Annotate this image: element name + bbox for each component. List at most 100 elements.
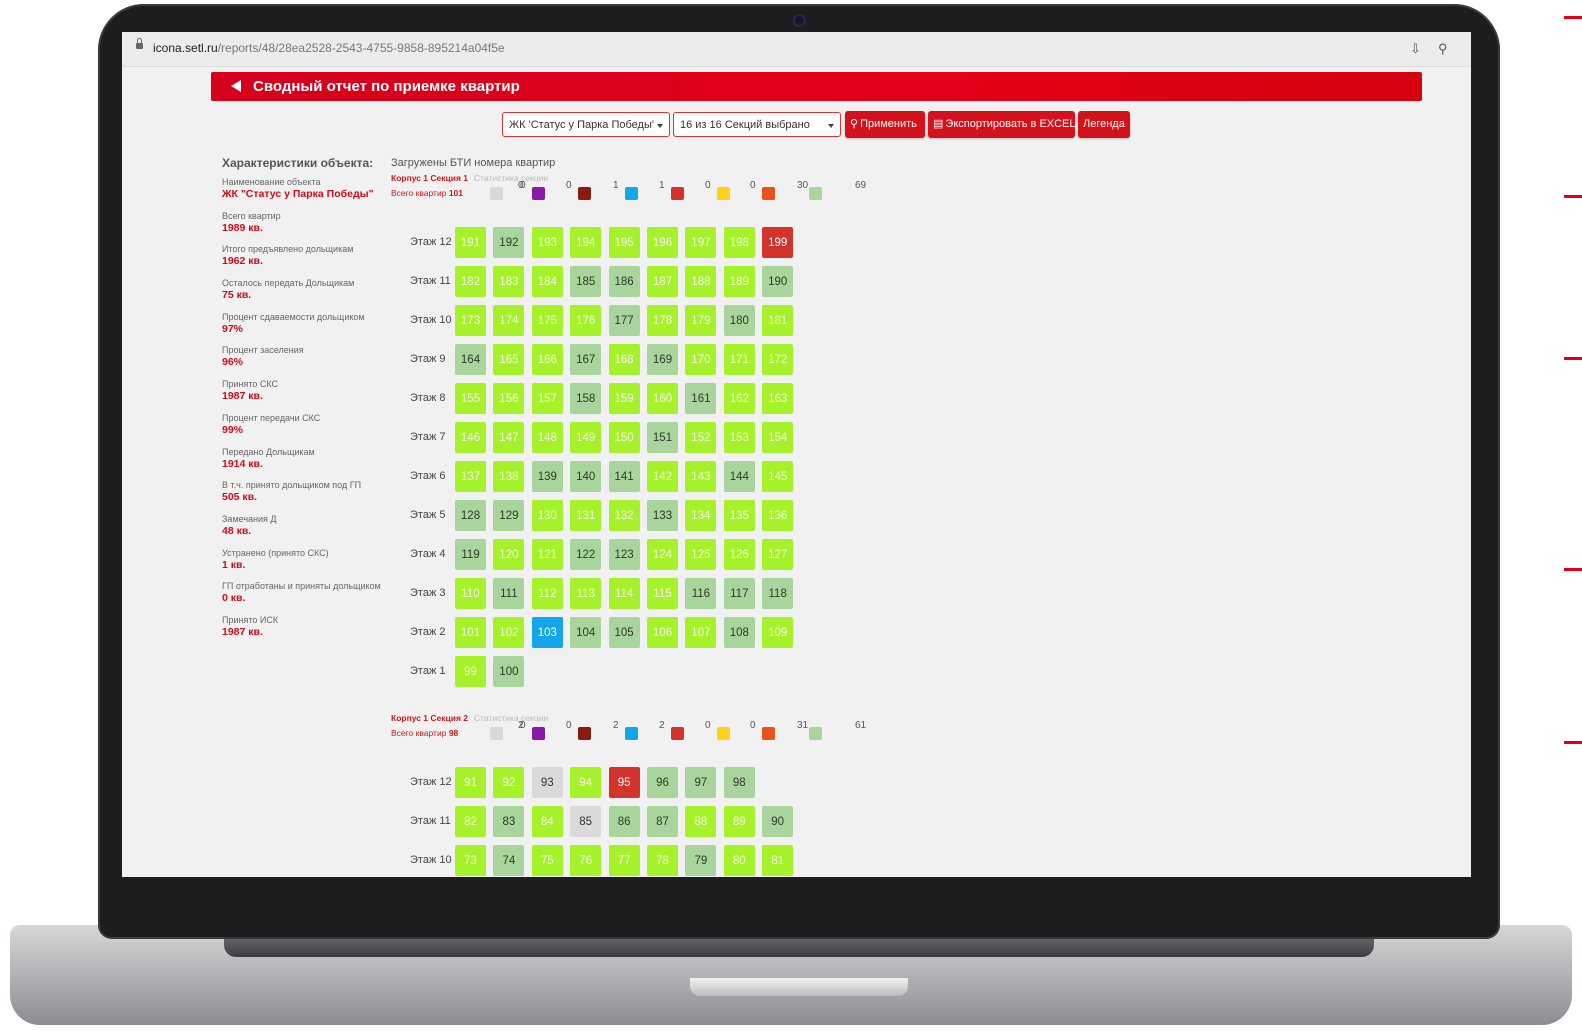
apartment-cell[interactable]: 166 [531,344,563,375]
apartment-cell[interactable]: 164 [455,344,486,375]
apartment-cell[interactable]: 192 [493,227,525,258]
apartment-cell[interactable]: 125 [685,539,717,570]
apartment-cell[interactable]: 170 [685,344,717,375]
apartment-cell[interactable]: 168 [608,344,640,375]
apartment-cell[interactable]: 115 [647,578,678,609]
apartment-cell[interactable]: 141 [608,461,640,492]
apartment-cell[interactable]: 186 [608,266,640,297]
apartment-cell[interactable]: 152 [685,422,717,453]
object-select[interactable]: ЖК 'Статус у Парка Победы' [502,112,670,137]
apartment-cell[interactable]: 136 [762,500,794,531]
apartment-cell[interactable]: 184 [531,266,563,297]
apartment-cell[interactable]: 93 [531,767,563,798]
apartment-cell[interactable]: 183 [493,266,525,297]
apartment-cell[interactable]: 137 [455,461,486,492]
apartment-cell[interactable]: 110 [455,578,486,609]
apartment-cell[interactable]: 109 [762,617,794,648]
apartment-cell[interactable]: 119 [455,539,486,570]
apartment-cell[interactable]: 149 [570,422,602,453]
apartment-cell[interactable]: 96 [647,767,678,798]
apartment-cell[interactable]: 104 [570,617,602,648]
apartment-cell[interactable]: 94 [570,767,602,798]
apartment-cell[interactable]: 100 [493,656,525,687]
apartment-cell[interactable]: 158 [570,383,602,414]
apartment-cell[interactable]: 116 [685,578,717,609]
apartment-cell[interactable]: 194 [570,227,602,258]
apartment-cell[interactable]: 196 [647,227,678,258]
apartment-cell[interactable]: 182 [455,266,486,297]
apartment-cell[interactable]: 87 [647,806,678,837]
apartment-cell[interactable]: 88 [685,806,717,837]
apartment-cell[interactable]: 151 [647,422,678,453]
apartment-cell[interactable]: 147 [493,422,525,453]
apartment-cell[interactable]: 106 [647,617,678,648]
apartment-cell[interactable]: 117 [723,578,755,609]
apartment-cell[interactable]: 165 [493,344,525,375]
apartment-cell[interactable]: 84 [531,806,563,837]
apartment-cell[interactable]: 107 [685,617,717,648]
apartment-cell[interactable]: 112 [531,578,563,609]
apartment-cell[interactable]: 73 [455,845,486,876]
back-arrow-icon[interactable] [231,80,241,92]
apartment-cell[interactable]: 120 [493,539,525,570]
apartment-cell[interactable]: 95 [608,767,640,798]
export-excel-button[interactable]: ▤ Экспортировать в EXCEL [928,111,1076,138]
apartment-cell[interactable]: 143 [685,461,717,492]
apartment-cell[interactable]: 145 [762,461,794,492]
apartment-cell[interactable]: 133 [647,500,678,531]
apartment-cell[interactable]: 169 [647,344,678,375]
sections-select[interactable]: 16 из 16 Секций выбрано [673,112,841,137]
apartment-cell[interactable]: 134 [685,500,717,531]
install-icon[interactable]: ⇩ [1410,41,1421,57]
apartment-cell[interactable]: 193 [531,227,563,258]
apartment-cell[interactable]: 75 [531,845,563,876]
apartment-cell[interactable]: 160 [647,383,678,414]
apartment-cell[interactable]: 181 [762,305,794,336]
apartment-cell[interactable]: 124 [647,539,678,570]
apartment-cell[interactable]: 180 [723,305,755,336]
apartment-cell[interactable]: 199 [762,227,794,258]
apartment-cell[interactable]: 121 [531,539,563,570]
apartment-cell[interactable]: 154 [762,422,794,453]
url-text[interactable]: icona.setl.ru/reports/48/28ea2528-2543-4… [153,41,505,55]
legend-button[interactable]: Легенда [1078,111,1130,138]
apartment-cell[interactable]: 188 [685,266,717,297]
apartment-cell[interactable]: 90 [762,806,794,837]
apartment-cell[interactable]: 77 [608,845,640,876]
apartment-cell[interactable]: 129 [493,500,525,531]
apartment-cell[interactable]: 150 [608,422,640,453]
apartment-cell[interactable]: 140 [570,461,602,492]
section-stats-link[interactable]: Статистика секции [474,713,548,723]
apartment-cell[interactable]: 103 [531,617,563,648]
apartment-cell[interactable]: 177 [608,305,640,336]
zoom-icon[interactable]: ⚲ [1438,41,1448,57]
apartment-cell[interactable]: 156 [493,383,525,414]
apartment-cell[interactable]: 130 [531,500,563,531]
apartment-cell[interactable]: 167 [570,344,602,375]
apartment-cell[interactable]: 132 [608,500,640,531]
apartment-cell[interactable]: 118 [762,578,794,609]
apartment-cell[interactable]: 174 [493,305,525,336]
apartment-cell[interactable]: 113 [570,578,602,609]
apartment-cell[interactable]: 86 [608,806,640,837]
apartment-cell[interactable]: 142 [647,461,678,492]
apply-button[interactable]: ⚲ Применить [845,111,925,138]
apartment-cell[interactable]: 153 [723,422,755,453]
apartment-cell[interactable]: 76 [570,845,602,876]
apartment-cell[interactable]: 135 [723,500,755,531]
apartment-cell[interactable]: 79 [685,845,717,876]
apartment-cell[interactable]: 80 [723,845,755,876]
apartment-cell[interactable]: 127 [762,539,794,570]
apartment-cell[interactable]: 85 [570,806,602,837]
apartment-cell[interactable]: 126 [723,539,755,570]
apartment-cell[interactable]: 189 [723,266,755,297]
apartment-cell[interactable]: 82 [455,806,486,837]
apartment-cell[interactable]: 92 [493,767,525,798]
apartment-cell[interactable]: 157 [531,383,563,414]
apartment-cell[interactable]: 190 [762,266,794,297]
apartment-cell[interactable]: 162 [723,383,755,414]
apartment-cell[interactable]: 114 [608,578,640,609]
apartment-cell[interactable]: 98 [723,767,755,798]
apartment-cell[interactable]: 185 [570,266,602,297]
apartment-cell[interactable]: 128 [455,500,486,531]
